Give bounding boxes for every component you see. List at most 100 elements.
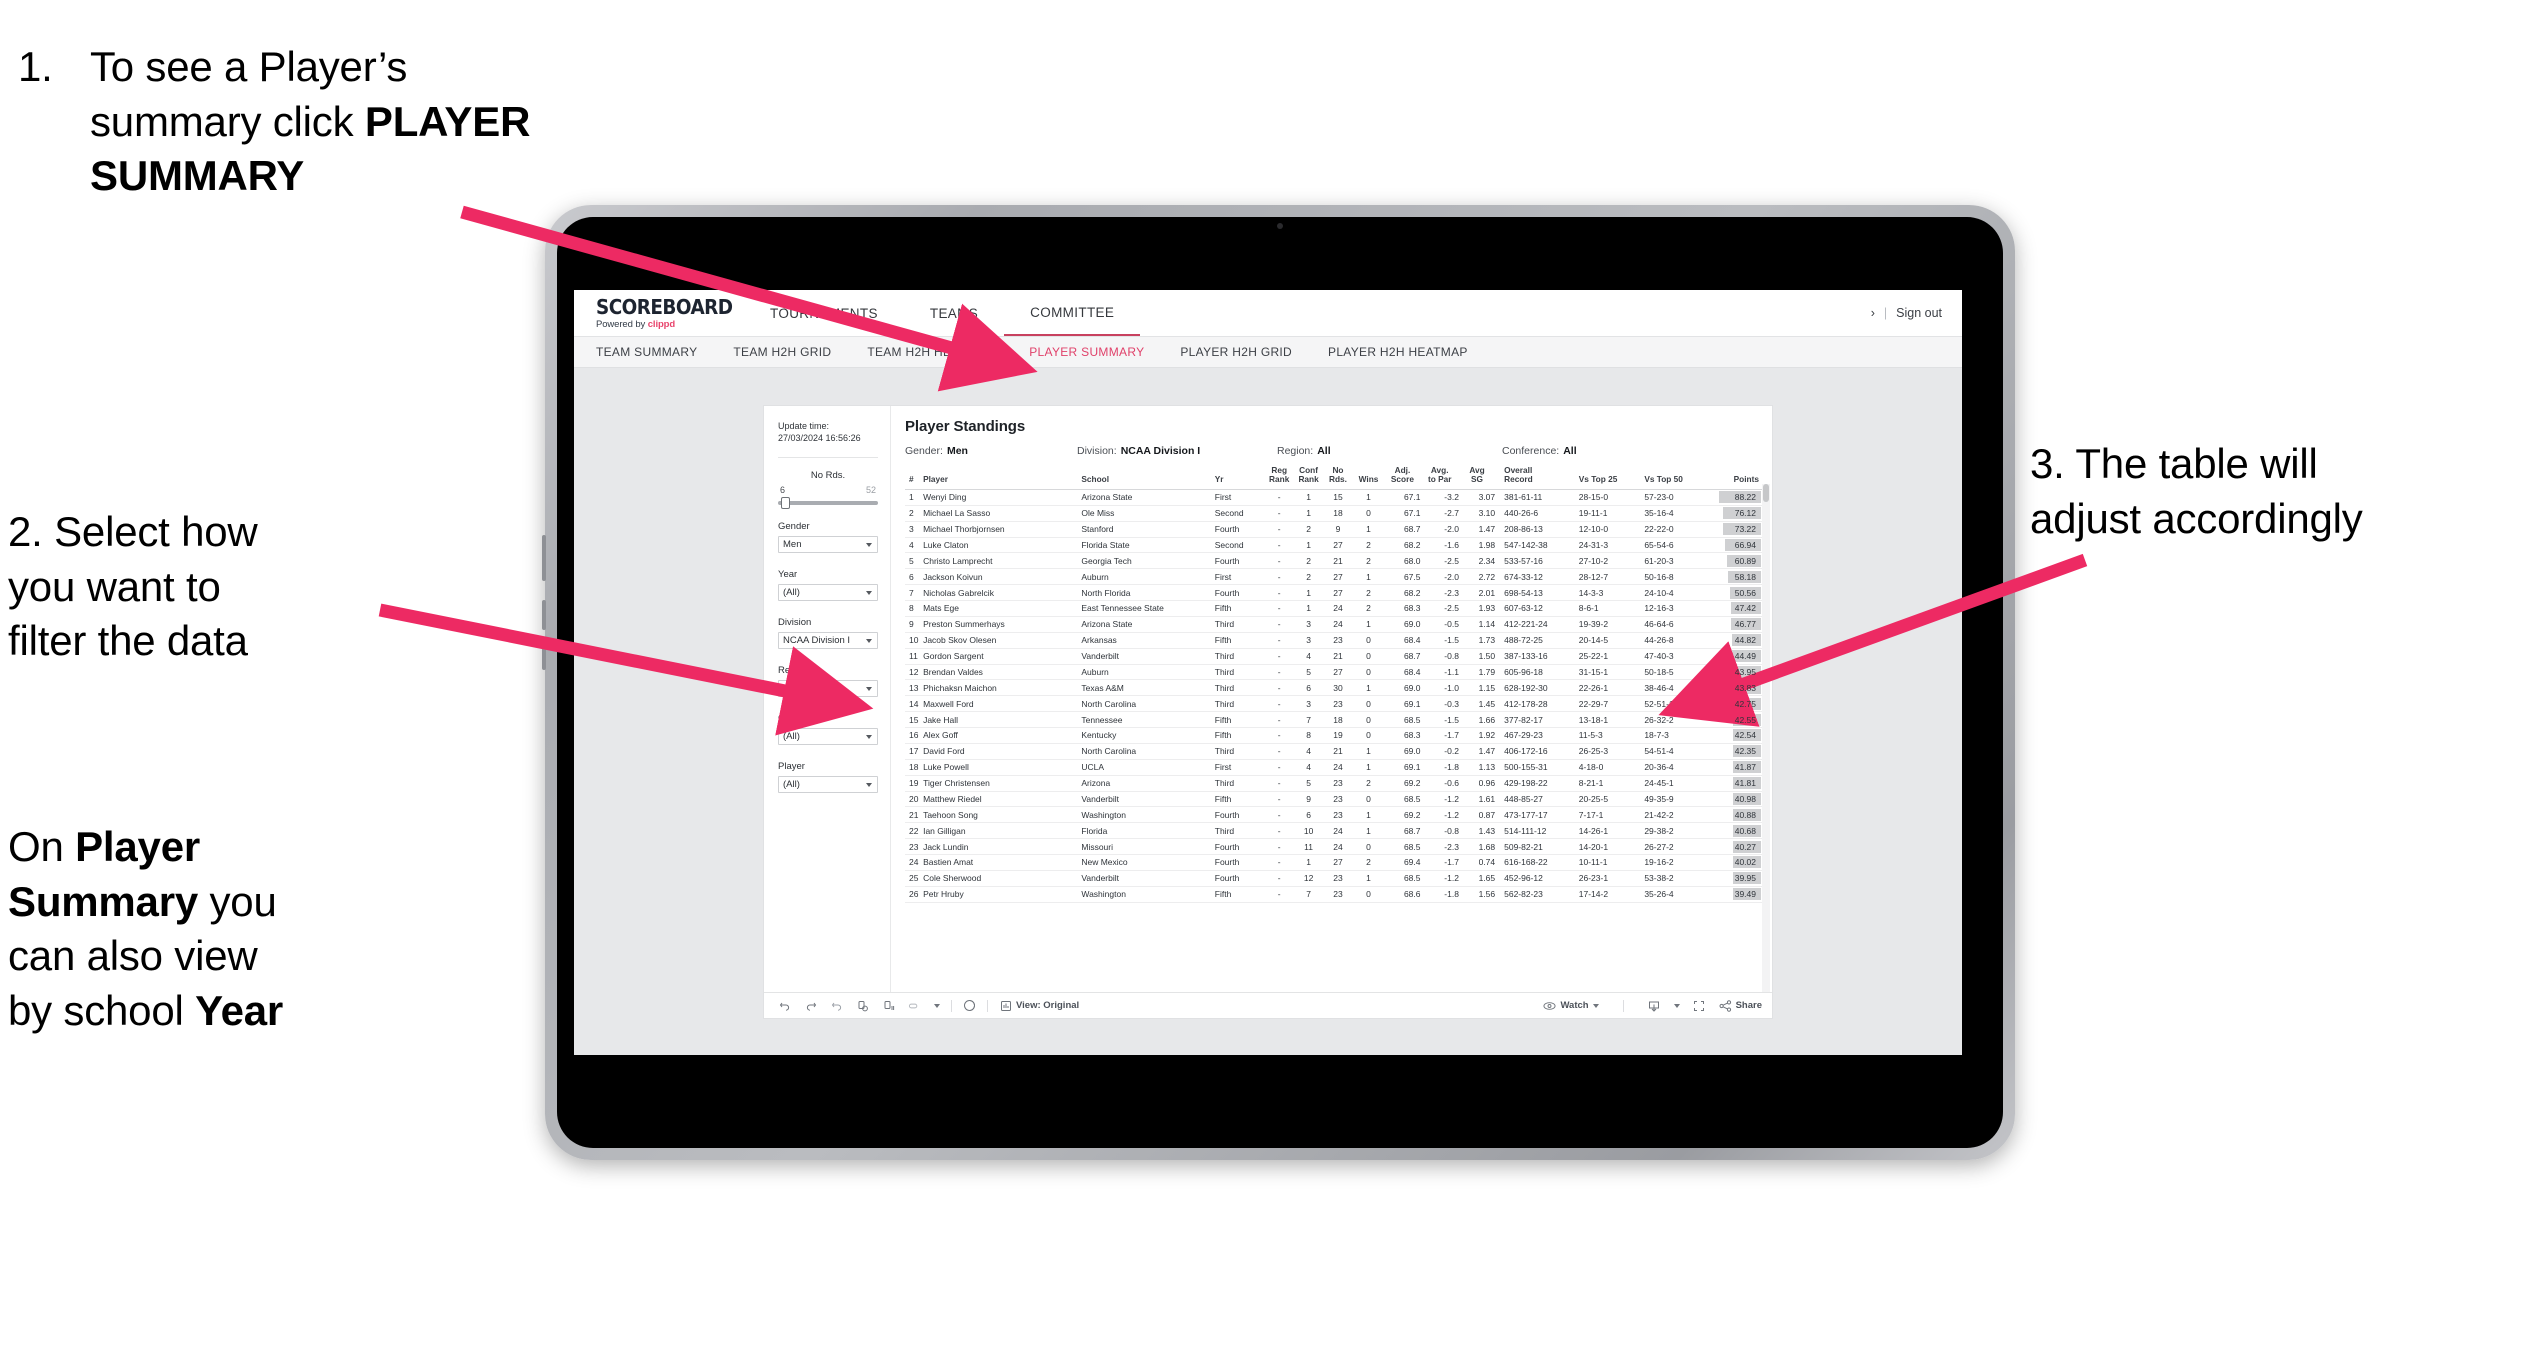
col-rank[interactable]: #	[905, 466, 924, 490]
col-adj-score[interactable]: Adj. Score	[1384, 465, 1421, 490]
table-row[interactable]: 12 Brendan Valdes Auburn Third -5 27 0 68.4 -1.1…	[905, 664, 1762, 681]
subnav-team-summary[interactable]: TEAM SUMMARY	[596, 345, 719, 359]
cell-avg-sg: 1.45	[1458, 695, 1496, 713]
view-original-button[interactable]: View: Original	[999, 999, 1079, 1012]
filter-division-select[interactable]: NCAA Division I	[778, 632, 878, 650]
table-row[interactable]: 26 Petr Hruby Washington Fifth -7 23 0 68.6 -1.8…	[905, 886, 1762, 903]
col-yr[interactable]: Yr	[1214, 466, 1265, 490]
sign-out-button[interactable]: Sign out	[1896, 306, 1942, 320]
table-row[interactable]: 18 Luke Powell UCLA First -4 24 1 69.1 -1.8 1.13 5…	[905, 759, 1762, 776]
col-reg-rank[interactable]: Reg Rank	[1264, 465, 1294, 490]
table-row[interactable]: 23 Jack Lundin Missouri Fourth -11 24 0 68.5 -2.…	[905, 838, 1762, 856]
table-row[interactable]: 1 Wenyi Ding Arizona State First -1 15 1 67.1 -3…	[905, 489, 1762, 506]
cell-rank: 23	[905, 838, 924, 856]
watch-button[interactable]: Watch	[1543, 999, 1599, 1012]
subnav-team-h2h-heatmap[interactable]: TEAM H2H HEATMAP	[867, 345, 1015, 359]
refresh-data-icon[interactable]	[856, 999, 869, 1012]
table-row[interactable]: 3 Michael Thorbjornsen Stanford Fourth -2 9 1 6…	[905, 521, 1762, 538]
highlight-icon[interactable]	[908, 999, 921, 1012]
revert-icon[interactable]	[830, 999, 843, 1012]
cell-vs-top-25: 8-6-1	[1578, 600, 1645, 617]
table-row[interactable]: 14 Maxwell Ford North Carolina Third -3 23 0 69…	[905, 695, 1762, 713]
cell-avg-to-par: -1.8	[1420, 886, 1459, 903]
viz-subtitle: Gender: Men Division: NCAA Division I Regi…	[905, 445, 1762, 457]
cell-rank: 22	[905, 822, 924, 840]
download-icon[interactable]	[1648, 999, 1661, 1012]
subnav-player-h2h-heatmap[interactable]: PLAYER H2H HEATMAP	[1328, 345, 1490, 359]
ask-data-icon[interactable]	[963, 999, 976, 1012]
brand-logo[interactable]: SCOREBOARD Powered by clippd	[574, 290, 744, 336]
cell-vs-top-50: 38-46-4	[1644, 679, 1710, 697]
cell-no-rds: 24	[1323, 838, 1353, 856]
table-row[interactable]: 20 Matthew Riedel Vanderbilt Fifth -9 23 0 68.5…	[905, 791, 1762, 808]
pause-auto-update-icon[interactable]	[882, 999, 895, 1012]
table-row[interactable]: 7 Nicholas Gabrelcik North Florida Fourth -1…	[905, 584, 1762, 602]
highlight-caret-icon[interactable]	[934, 1003, 940, 1008]
subnav-player-h2h-grid[interactable]: PLAYER H2H GRID	[1180, 345, 1314, 359]
nav-committee[interactable]: COMMITTEE	[1004, 290, 1141, 336]
slider-track[interactable]	[778, 497, 878, 510]
table-row[interactable]: 9 Preston Summerhays Arizona State Third -3 2…	[905, 616, 1762, 633]
download-caret-icon[interactable]	[1673, 1003, 1680, 1008]
cell-avg-sg: 3.10	[1458, 505, 1496, 522]
table-vertical-scrollbar[interactable]	[1762, 484, 1770, 1014]
nav-teams[interactable]: TEAMS	[904, 290, 1004, 336]
scrollbar-thumb[interactable]	[1763, 484, 1769, 502]
cell-points: 73.22	[1709, 521, 1762, 538]
cell-vs-top-50: 57-23-0	[1644, 489, 1710, 506]
col-avg-sg[interactable]: Avg SG	[1458, 465, 1496, 490]
undo-icon[interactable]	[778, 999, 791, 1012]
subnav-team-h2h-grid[interactable]: TEAM H2H GRID	[733, 345, 853, 359]
table-row[interactable]: 15 Jake Hall Tennessee Fifth -7 18 0 68.5 -1.5 1.…	[905, 711, 1762, 729]
cell-reg-rank: -	[1264, 806, 1294, 824]
table-row[interactable]: 13 Phichaksn Maichon Texas A&M Third -6 30 1 69…	[905, 679, 1762, 697]
filter-player-select[interactable]: (All)	[778, 776, 878, 794]
filter-conference-select[interactable]: (All)	[778, 728, 878, 746]
cell-avg-sg: 1.73	[1458, 632, 1496, 649]
col-wins[interactable]: Wins	[1352, 466, 1385, 490]
table-row[interactable]: 5 Christo Lamprecht Georgia Tech Fourth -2 21…	[905, 552, 1762, 570]
filter-year-select[interactable]: (All)	[778, 584, 878, 602]
table-row[interactable]: 24 Bastien Amat New Mexico Fourth -1 27 2 69.4-…	[905, 854, 1762, 871]
table-row[interactable]: 16 Alex Goff Kentucky Fifth -8 19 0 68.3 -1.7 1.9…	[905, 727, 1762, 744]
cell-vs-top-25: 14-20-1	[1578, 838, 1645, 856]
redo-icon[interactable]	[804, 999, 817, 1012]
cell-yr: Fourth	[1214, 806, 1265, 824]
col-points[interactable]: Points	[1709, 466, 1762, 490]
table-row[interactable]: 6 Jackson Koivun Auburn First -2 27 1 67.5 -2.0 2…	[905, 568, 1762, 586]
table-row[interactable]: 4 Luke Claton Florida State Second -1 27 2 68.2…	[905, 537, 1762, 554]
table-row[interactable]: 25 Cole Sherwood Vanderbilt Fourth -12 23 1 68.…	[905, 870, 1762, 887]
table-row[interactable]: 11 Gordon Sargent Vanderbilt Third -4 21 0 68.7…	[905, 648, 1762, 665]
cell-vs-top-50: 50-18-5	[1644, 664, 1710, 681]
cell-rank: 18	[905, 759, 924, 776]
table-row[interactable]: 21 Taehoon Song Washington Fourth -6 23 1 69.2-…	[905, 806, 1762, 824]
col-player[interactable]: Player	[923, 466, 1082, 490]
cell-yr: Fourth	[1214, 854, 1265, 871]
col-conf-rank[interactable]: Conf Rank	[1293, 465, 1324, 490]
cell-vs-top-25: 14-3-3	[1578, 584, 1645, 602]
col-no-rds[interactable]: No Rds.	[1323, 465, 1353, 490]
table-row[interactable]: 19 Tiger Christensen Arizona Third -5 23 2 69.2…	[905, 775, 1762, 792]
table-row[interactable]: 10 Jacob Skov Olesen Arkansas Fifth -3 23 0 68.…	[905, 632, 1762, 649]
cell-avg-sg: 1.79	[1458, 664, 1496, 681]
user-menu-icon[interactable]: ›	[1871, 306, 1875, 320]
filter-region-select[interactable]: N/A	[778, 680, 878, 698]
col-avg-to-par[interactable]: Avg. to Par	[1420, 465, 1459, 490]
nav-tournaments[interactable]: TOURNAMENTS	[744, 290, 904, 336]
subnav-player-summary[interactable]: PLAYER SUMMARY	[1029, 345, 1166, 359]
slider-thumb[interactable]	[781, 497, 790, 510]
table-row[interactable]: 22 Ian Gilligan Florida Third -10 24 1 68.7 -0.8…	[905, 822, 1762, 840]
fullscreen-icon[interactable]	[1693, 999, 1706, 1012]
table-row[interactable]: 2 Michael La Sasso Ole Miss Second -1 18 0 67.1…	[905, 505, 1762, 522]
table-row[interactable]: 17 David Ford North Carolina Third -4 21 1 69.0…	[905, 743, 1762, 760]
col-school[interactable]: School	[1081, 466, 1215, 490]
filter-gender-select[interactable]: Men	[778, 536, 878, 554]
annotation-step-2-line2: you want to	[8, 562, 221, 610]
share-button[interactable]: Share	[1719, 999, 1762, 1012]
col-overall-record[interactable]: Overall Record	[1495, 465, 1579, 490]
col-vs-top-50[interactable]: Vs Top 50	[1644, 466, 1710, 490]
table-row[interactable]: 8 Mats Ege East Tennessee State Fifth -1 24 2 6…	[905, 600, 1762, 617]
cell-overall-record: 533-57-16	[1495, 552, 1579, 570]
col-vs-top-25[interactable]: Vs Top 25	[1578, 466, 1645, 490]
cell-vs-top-25: 20-14-5	[1578, 632, 1645, 649]
